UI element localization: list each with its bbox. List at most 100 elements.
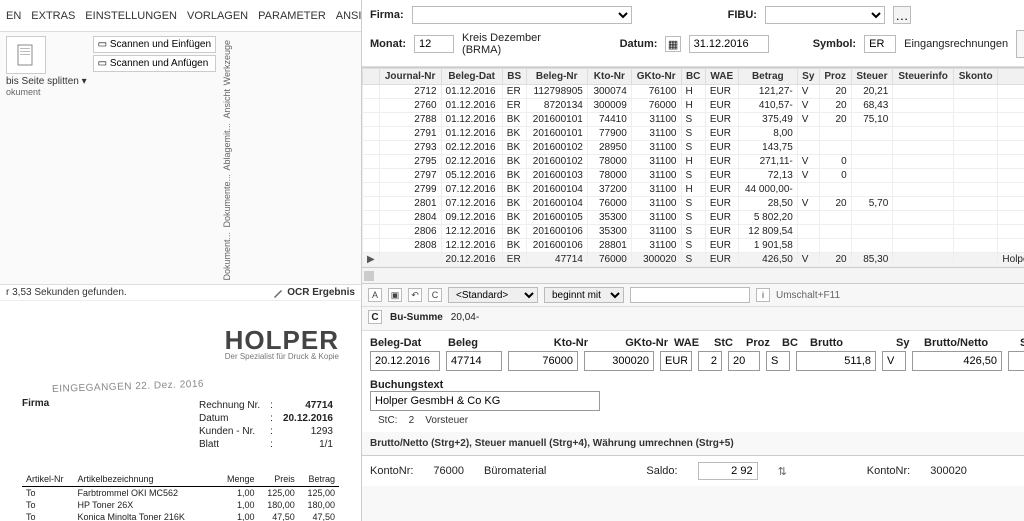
- manual-bookings-button[interactable]: Manuelle Buchungen: [1016, 30, 1024, 58]
- vtab-ansicht[interactable]: Ansicht: [222, 89, 232, 119]
- kontonr2-label: KontoNr:: [867, 465, 910, 477]
- lbl-brutto: Brutto: [810, 337, 890, 349]
- in-bruttonetto[interactable]: [912, 351, 1002, 371]
- fibu-lookup-button[interactable]: …: [893, 6, 911, 24]
- datum-input[interactable]: [689, 35, 769, 53]
- table-row[interactable]: 280612.12.2016BK2016001063530031100SEUR1…: [363, 225, 1024, 239]
- in-beleg[interactable]: [446, 351, 502, 371]
- table-row[interactable]: 280812.12.2016BK2016001062880131100SEUR1…: [363, 239, 1024, 253]
- in-stc[interactable]: [698, 351, 722, 371]
- table-row[interactable]: 279705.12.2016BK2016001037800031100SEUR7…: [363, 169, 1024, 183]
- table-row[interactable]: 280409.12.2016BK2016001053530031100SEUR5…: [363, 211, 1024, 225]
- header-form: Firma: FIBU: … Monat: Kreis Dezember (BR…: [362, 0, 1024, 67]
- fibu-label: FIBU:: [728, 9, 757, 21]
- undo-icon[interactable]: ↶: [408, 288, 422, 302]
- lbl-bc: BC: [782, 337, 804, 349]
- saldo1-input[interactable]: [698, 462, 758, 480]
- calendar-icon[interactable]: ▦: [665, 36, 680, 52]
- vtab-dokumente[interactable]: Dokumente...: [222, 174, 232, 228]
- in-gkto[interactable]: [584, 351, 654, 371]
- doc-meta-table: Rechnung Nr.:47714 Datum:20.12.2016 Kund…: [193, 398, 339, 452]
- kontonr-text: Büromaterial: [484, 465, 546, 477]
- info-icon[interactable]: i: [756, 288, 770, 302]
- menu-en[interactable]: EN: [6, 10, 21, 22]
- menu-vorlagen[interactable]: VORLAGEN: [187, 10, 248, 22]
- vtab-werkzeuge[interactable]: Werkzeuge: [222, 40, 232, 85]
- clipboard-icon[interactable]: ▣: [388, 288, 402, 302]
- monat-label: Monat:: [370, 38, 406, 50]
- filter-toolbar: A ▣ ↶ C <Standard> beginnt mit i Umschal…: [362, 284, 1024, 307]
- saldo1-label: Saldo:: [646, 465, 677, 477]
- received-stamp: EINGEGANGEN 22. Dez. 2016: [52, 374, 339, 395]
- in-belegdat[interactable]: [370, 351, 440, 371]
- status-seconds: r 3,53 Sekunden gefunden.: [6, 287, 127, 298]
- lbl-belegdat: Beleg-Dat: [370, 337, 442, 349]
- lbl-proz: Proz: [746, 337, 776, 349]
- in-btext[interactable]: [370, 391, 600, 411]
- table-row[interactable]: 279502.12.2016BK2016001027800031100HEUR2…: [363, 155, 1024, 169]
- doc-firma-label: Firma: [22, 398, 49, 409]
- menu-extras[interactable]: EXTRAS: [31, 10, 75, 22]
- saldo1-spin[interactable]: ⇅: [778, 465, 787, 478]
- filter-shortcut-hint: Umschalt+F11: [776, 290, 840, 301]
- entry-form: Beleg-Dat Beleg Kto-Nr GKto-Nr WAE StC P…: [362, 331, 1024, 432]
- filter-icon[interactable]: A: [368, 288, 382, 302]
- c-toggle[interactable]: C: [368, 310, 382, 324]
- symbol-text: Eingangsrechnungen: [904, 38, 1008, 50]
- monat-text: Kreis Dezember (BRMA): [462, 32, 575, 56]
- ocr-result-button[interactable]: OCR Ergebnis: [287, 287, 355, 298]
- fibu-select[interactable]: [765, 6, 885, 24]
- lbl-beleg: Beleg: [448, 337, 508, 349]
- kontonr-value: 76000: [433, 465, 464, 477]
- symbol-input[interactable]: [864, 35, 896, 53]
- table-row[interactable]: 279302.12.2016BK2016001022895031100SEUR1…: [363, 141, 1024, 155]
- table-row[interactable]: ▶20.12.2016ER4771476000300020SEUR426,50V…: [363, 253, 1024, 267]
- scan-insert-button[interactable]: ▭ Scannen und Einfügen: [93, 36, 216, 53]
- bu-summe-value: 20,04-: [451, 312, 479, 323]
- monat-input[interactable]: [414, 35, 454, 53]
- journal-grid[interactable]: Journal-NrBeleg-DatBSBeleg-NrKto-NrGKto-…: [362, 67, 1024, 268]
- vtab-ablage[interactable]: Ablagemit...: [222, 123, 232, 171]
- table-row[interactable]: 271201.12.2016ER11279890530007476100HEUR…: [363, 85, 1024, 99]
- in-steuer[interactable]: [1008, 351, 1024, 371]
- doc-line-items: Artikel-Nr Artikelbezeichnung Menge Prei…: [22, 472, 339, 521]
- pencil-icon: [273, 288, 283, 298]
- in-kto[interactable]: [508, 351, 578, 371]
- kontonr2-value: 300020: [930, 465, 967, 477]
- firma-select[interactable]: [412, 6, 632, 24]
- in-bc[interactable]: [766, 351, 790, 371]
- table-row[interactable]: 278801.12.2016BK2016001017441031100SEUR3…: [363, 113, 1024, 127]
- table-row[interactable]: 276001.12.2016ER872013430000976000HEUR41…: [363, 99, 1024, 113]
- menu-parameter[interactable]: PARAMETER: [258, 10, 326, 22]
- menubar: EN EXTRAS EINSTELLUNGEN VORLAGEN PARAMET…: [0, 0, 361, 32]
- grid-scrollbar[interactable]: [362, 268, 1024, 284]
- lbl-stc: StC: [714, 337, 740, 349]
- filter-op-select[interactable]: beginnt mit: [544, 287, 624, 303]
- clear-icon[interactable]: C: [428, 288, 442, 302]
- lbl-gktonr: GKto-Nr: [594, 337, 668, 349]
- menu-einstellungen[interactable]: EINSTELLUNGEN: [85, 10, 177, 22]
- right-pane: Firma: FIBU: … Monat: Kreis Dezember (BR…: [362, 0, 1024, 521]
- filter-value-input[interactable]: [630, 287, 750, 303]
- stc-line-text: Vorsteuer: [425, 415, 468, 426]
- datum-label: Datum:: [620, 38, 658, 50]
- filter-preset-select[interactable]: <Standard>: [448, 287, 538, 303]
- in-proz[interactable]: [728, 351, 760, 371]
- document-icon[interactable]: [6, 36, 46, 74]
- table-row[interactable]: 279907.12.2016BK2016001043720031100HEUR4…: [363, 183, 1024, 197]
- in-brutto[interactable]: [796, 351, 876, 371]
- keyboard-hints: Brutto/Netto (Strg+2), Steuer manuell (S…: [362, 432, 1024, 455]
- document-preview[interactable]: HOLPER Der Spezialist für Druck & Kopie …: [0, 301, 361, 521]
- split-page-button[interactable]: bis Seite splitten ▾: [6, 74, 87, 87]
- bu-summe-label: Bu-Summe: [390, 312, 443, 323]
- stc-line-label: StC:: [378, 415, 397, 426]
- table-row[interactable]: 280107.12.2016BK2016001047600031100SEUR2…: [363, 197, 1024, 211]
- in-sy[interactable]: [882, 351, 906, 371]
- table-row[interactable]: 279101.12.2016BK2016001017790031100SEUR8…: [363, 127, 1024, 141]
- vtab-dokument[interactable]: Dokument...: [222, 232, 232, 281]
- lbl-steuer: Steuer: [1020, 337, 1024, 349]
- scan-append-button[interactable]: ▭ Scannen und Anfügen: [93, 55, 216, 72]
- bottom-bar: KontoNr: 76000 Büromaterial Saldo: ⇅ Kon…: [362, 455, 1024, 486]
- left-pane: EN EXTRAS EINSTELLUNGEN VORLAGEN PARAMET…: [0, 0, 362, 521]
- in-wae[interactable]: [660, 351, 692, 371]
